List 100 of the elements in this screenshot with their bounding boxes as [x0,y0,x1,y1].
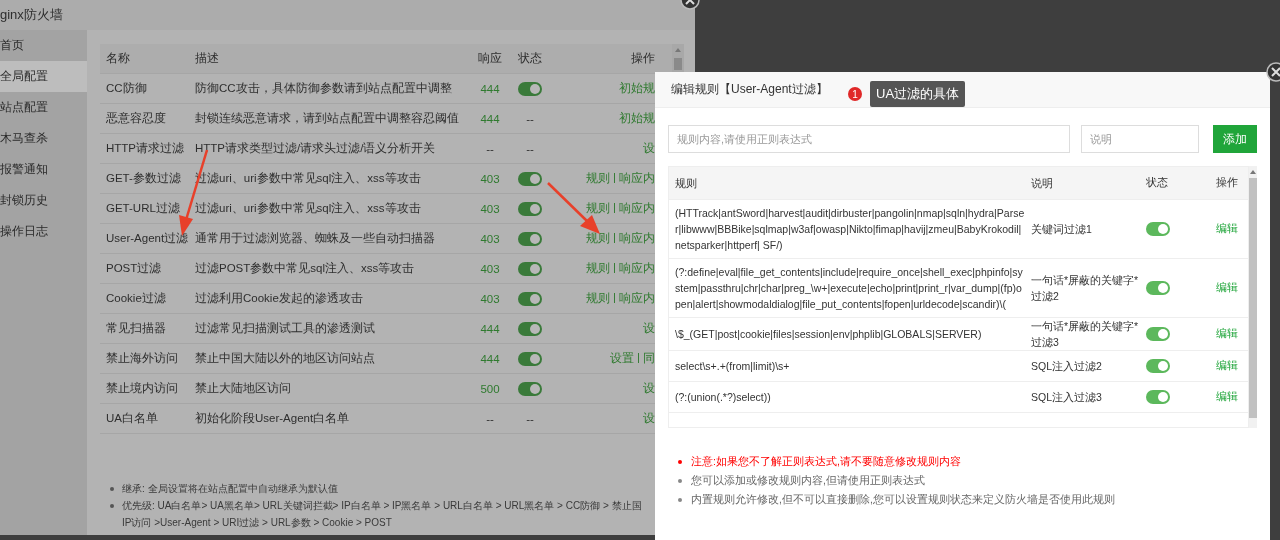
toggle-knob [1158,283,1168,293]
table-cell: HTTP请求类型过滤/请求头过滤/语义分析开关 [195,142,436,154]
action-link[interactable]: 初始规 [619,81,655,96]
toggle-switch[interactable] [518,81,542,96]
toggle-switch[interactable] [1146,281,1170,295]
note-input-field[interactable]: 说明 [1080,125,1199,153]
table-cell: HTTP请求过滤 [106,142,185,154]
toggle-switch[interactable] [518,171,542,186]
table-cell: User-Agent过滤 [106,232,189,244]
toggle-switch[interactable] [1146,359,1170,373]
table-cell: 过滤利用Cookie发起的渗透攻击 [195,292,363,304]
table-cell: 过滤POST参数中常见sql注入、xss等攻击 [195,262,415,274]
table-cell: 403 [480,292,500,305]
separator: | [613,291,616,305]
action-link[interactable]: 响应内 [619,291,655,306]
table-cell: CC防御 [106,82,147,94]
column-header: 操作 [1216,176,1238,188]
edit-link[interactable]: 编辑 [1216,390,1238,402]
annotation-tooltip: UA过滤的具体 [870,81,966,107]
toggle-knob [1158,224,1168,234]
action-link[interactable]: 响应内 [619,231,655,246]
dialog-title: 编辑规则【User-Agent过滤】 [671,81,828,98]
note-text: 优先级: UA白名单> UA黑名单> URL关键词拦截> IP白名单 > IP黑名单 > URL白名单 > URL黑名单 > CC防御 > 禁止国 [122,499,642,513]
edit-link[interactable]: 编辑 [1216,281,1238,293]
rule-input-field[interactable]: 规则内容,请使用正则表达式 [668,125,1070,153]
action-link[interactable]: 规则 [586,171,610,186]
action-link[interactable]: 设 [643,141,655,156]
toggle-switch[interactable] [518,201,542,216]
toggle-knob [530,203,540,214]
add-button[interactable]: 添加 [1212,125,1257,153]
sidebar-item[interactable]: 封锁历史 [0,185,87,216]
close-icon[interactable] [1266,62,1280,82]
window-title: ginx防火墙 [0,6,63,24]
toggle-knob [530,83,540,94]
scrollbar-thumb[interactable] [674,58,682,70]
toggle-switch[interactable] [1146,222,1170,236]
sidebar-item[interactable]: 报警通知 [0,154,87,185]
edit-link[interactable]: 编辑 [1216,222,1238,234]
note-text: 内置规则允许修改,但不可以直接删除,您可以设置规则状态来定义防火墙是否使用此规则 [691,492,1115,507]
table-cell: 444 [480,112,500,125]
table-cell: 500 [480,382,500,395]
bullet-icon [678,479,682,483]
toggle-knob [530,263,540,274]
action-link[interactable]: 初始规 [619,111,655,126]
table-cell: 403 [480,202,500,215]
table-cell: -- [526,112,534,125]
toggle-knob [1158,392,1168,402]
toggle-knob [530,173,540,184]
action-link[interactable]: 规则 [586,201,610,216]
action-link[interactable]: 响应内 [619,261,655,276]
toggle-switch[interactable] [1146,390,1170,404]
toggle-knob [530,383,540,394]
action-link[interactable]: 规则 [586,261,610,276]
table-cell: POST过滤 [106,262,162,274]
action-link[interactable]: 规则 [586,231,610,246]
edit-link[interactable]: 编辑 [1216,327,1238,339]
column-header: 状态 [1146,176,1168,188]
table-cell: 初始化阶段User-Agent白名单 [195,412,350,424]
action-link[interactable]: 设 [643,411,655,426]
action-link[interactable]: 规则 [586,291,610,306]
table-cell: GET-参数过滤 [106,172,181,184]
column-header: 描述 [195,52,219,64]
separator: | [613,201,616,215]
sidebar-item[interactable]: 木马查杀 [0,123,87,154]
column-header: 响应 [478,52,502,64]
toggle-knob [530,353,540,364]
table-cell: 防御CC攻击，具体防御参数请到站点配置中调整 [195,82,452,94]
sidebar-item[interactable]: 首页 [0,30,87,61]
edit-link[interactable]: 编辑 [1216,359,1238,371]
table-cell: SQL注入过滤2 [1031,360,1102,372]
toggle-switch[interactable] [518,291,542,306]
toggle-switch[interactable] [518,321,542,336]
sidebar-item[interactable]: 全局配置 [0,61,87,92]
action-link[interactable]: 响应内 [619,171,655,186]
table-cell: -- [526,412,534,425]
separator: | [613,171,616,185]
table-cell: SQL注入过滤3 [1031,391,1102,403]
note-text: 继承: 全局设置将在站点配置中自动继承为默认值 [122,482,338,496]
table-cell: 444 [480,322,500,335]
toggle-switch[interactable] [518,381,542,396]
table-cell: 一句话*屏蔽的关键字*过滤2 [1031,274,1139,302]
rule-text: (HTTrack|antSword|harvest|audit|dirbuster|pangolin|nmap|sqln|hydra|Parser|libwww|BBBike|sqlmap|w3af|owasp|Nikto|fimap|havij|zmeu|BabyKrokodil|netsparker|httperf| SF/) [675,207,1025,251]
bullet-icon [678,498,682,502]
toggle-switch[interactable] [518,351,542,366]
action-link[interactable]: 设 [643,381,655,396]
warning-text: 注意:如果您不了解正则表达式,请不要随意修改规则内容 [691,454,961,469]
table-cell: 禁止大陆地区访问 [195,382,291,394]
table-cell: 封锁连续恶意请求，请到站点配置中调整容忍阈值 [195,112,459,124]
toggle-switch[interactable] [1146,327,1170,341]
sidebar-item[interactable]: 操作日志 [0,216,87,247]
toggle-switch[interactable] [518,261,542,276]
action-link[interactable]: 设置 [610,351,634,366]
sidebar-item[interactable]: 站点配置 [0,92,87,123]
separator: | [613,261,616,275]
toggle-switch[interactable] [518,231,542,246]
toggle-knob [530,293,540,304]
action-link[interactable]: 设 [643,321,655,336]
action-link[interactable]: 同 [643,351,655,366]
action-link[interactable]: 响应内 [619,201,655,216]
toggle-knob [530,233,540,244]
